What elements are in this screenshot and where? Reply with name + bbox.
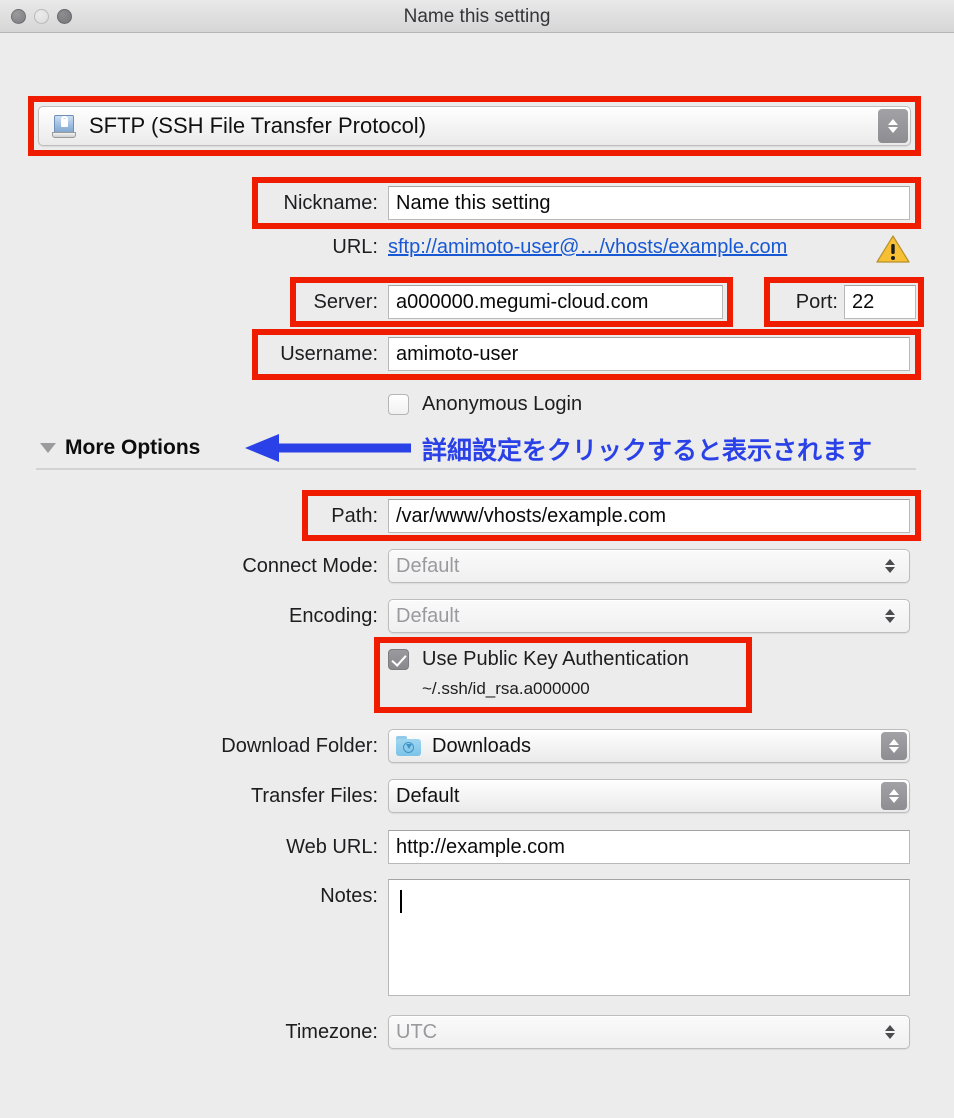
username-label: Username: <box>280 343 378 365</box>
anonymous-login-label: Anonymous Login <box>422 393 583 415</box>
annotation-arrow-icon <box>245 434 411 462</box>
connect-mode-stepper[interactable] <box>877 552 903 580</box>
encoding-select[interactable]: Default <box>388 599 910 633</box>
web-url-input[interactable]: http://example.com <box>388 830 910 864</box>
nickname-input[interactable]: Name this setting <box>388 186 910 220</box>
triangle-down-icon <box>40 443 56 453</box>
public-key-row[interactable]: Use Public Key Authentication <box>388 648 689 671</box>
timezone-label: Timezone: <box>285 1021 378 1043</box>
download-folder-label: Download Folder: <box>221 735 378 757</box>
encoding-value: Default <box>396 604 460 627</box>
text-caret <box>400 890 402 913</box>
nickname-label: Nickname: <box>283 192 378 214</box>
protocol-select[interactable]: SFTP (SSH File Transfer Protocol) <box>38 106 911 146</box>
window-title: Name this setting <box>403 6 551 27</box>
sftp-settings-window: Name this setting SFTP (SSH File Transfe… <box>0 0 954 1118</box>
notes-label: Notes: <box>320 885 378 907</box>
download-folder-value: Downloads <box>432 734 531 757</box>
anonymous-login-checkbox[interactable] <box>388 394 409 415</box>
download-folder-icon <box>396 735 421 757</box>
anonymous-login-row[interactable]: Anonymous Login <box>388 393 582 416</box>
server-label: Server: <box>313 291 378 313</box>
warning-triangle-icon <box>876 235 910 263</box>
username-input[interactable]: amimoto-user <box>388 337 910 371</box>
web-url-label: Web URL: <box>286 836 378 858</box>
public-key-label: Use Public Key Authentication <box>422 648 689 670</box>
timezone-stepper[interactable] <box>877 1018 903 1046</box>
server-input[interactable]: a000000.megumi-cloud.com <box>388 285 723 319</box>
timezone-select[interactable]: UTC <box>388 1015 910 1049</box>
url-label: URL: <box>332 236 378 258</box>
port-input[interactable]: 22 <box>844 285 916 319</box>
encoding-label: Encoding: <box>289 605 378 627</box>
public-key-path: ~/.ssh/id_rsa.a000000 <box>422 679 590 698</box>
more-options-toggle[interactable]: More Options <box>40 436 200 460</box>
download-folder-select[interactable]: Downloads <box>388 729 910 763</box>
connect-mode-select[interactable]: Default <box>388 549 910 583</box>
protocol-stepper[interactable] <box>878 109 908 143</box>
transfer-files-value: Default <box>396 784 460 807</box>
public-key-checkbox[interactable] <box>388 649 409 670</box>
path-label: Path: <box>331 505 378 527</box>
timezone-value: UTC <box>396 1020 438 1043</box>
url-link[interactable]: sftp://amimoto-user@…/vhosts/example.com <box>388 236 787 259</box>
connect-mode-value: Default <box>396 554 460 577</box>
transfer-files-select[interactable]: Default <box>388 779 910 813</box>
download-folder-stepper[interactable] <box>881 732 907 760</box>
notes-textarea[interactable] <box>388 879 910 996</box>
protocol-select-value: SFTP (SSH File Transfer Protocol) <box>89 113 427 138</box>
connect-mode-label: Connect Mode: <box>242 555 378 577</box>
encoding-stepper[interactable] <box>877 602 903 630</box>
transfer-files-stepper[interactable] <box>881 782 907 810</box>
sftp-disk-icon <box>51 113 77 139</box>
port-label: Port: <box>795 291 838 313</box>
transfer-files-label: Transfer Files: <box>250 785 378 807</box>
window-titlebar: Name this setting <box>0 0 954 33</box>
section-divider <box>36 468 916 470</box>
path-input[interactable]: /var/www/vhosts/example.com <box>388 499 910 533</box>
annotation-japanese-note: 詳細設定をクリックすると表示されます <box>422 436 873 465</box>
